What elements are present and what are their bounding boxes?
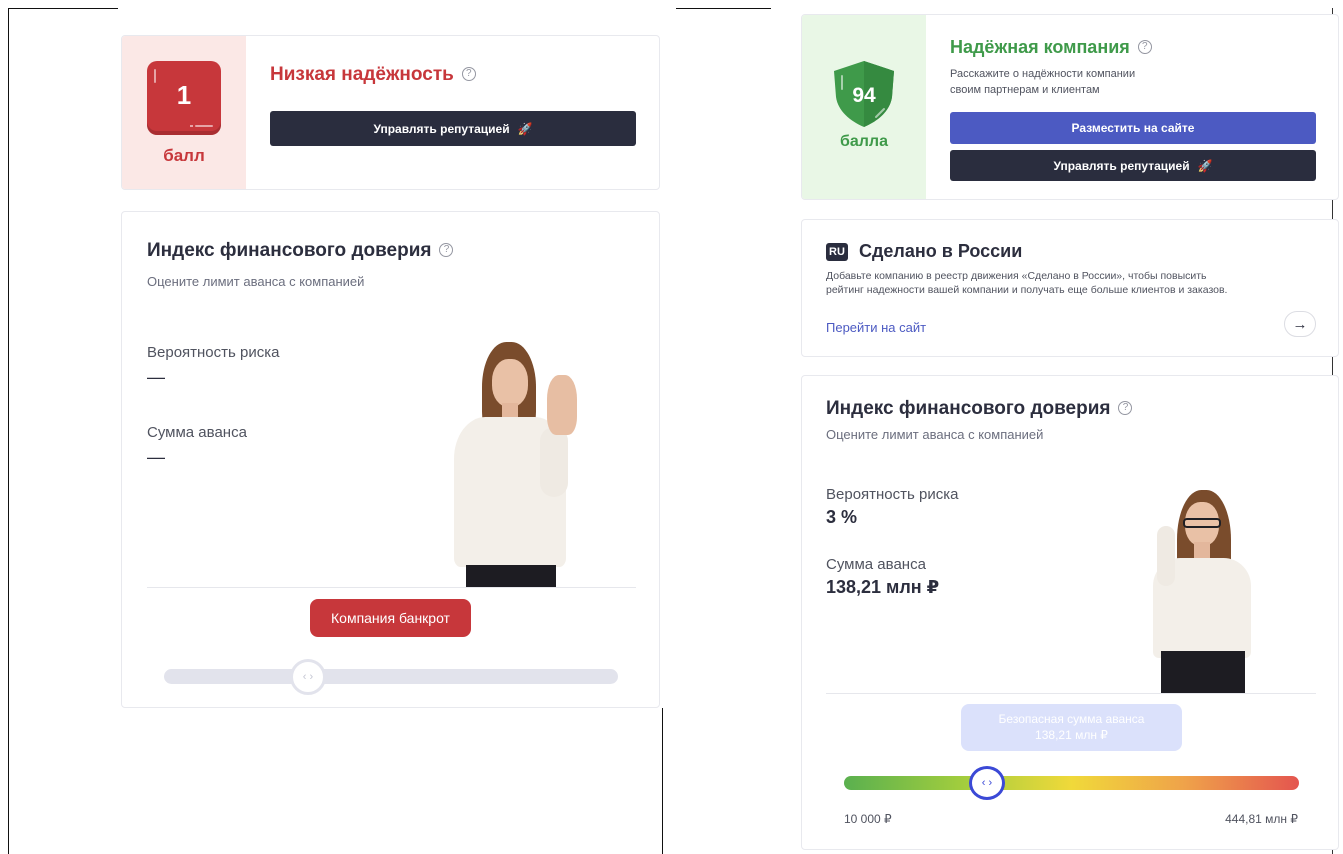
slider-handle-icon[interactable]: ‹ › — [290, 659, 326, 695]
risk-value: 3 % — [826, 507, 858, 527]
rating-status-title: Надёжная компания — [950, 37, 1130, 57]
manage-reputation-label: Управлять репутацией — [373, 121, 510, 136]
rocket-icon: 🚀 — [517, 121, 533, 136]
risk-value: — — [147, 367, 165, 387]
help-icon[interactable]: ? — [1118, 401, 1133, 415]
index-title-row: Индекс финансового доверия? — [147, 240, 454, 262]
arrow-right-icon[interactable]: → — [1284, 311, 1316, 337]
rating-description-line2: своим партнерам и клиентам — [950, 84, 1100, 96]
help-icon[interactable]: ? — [439, 243, 454, 257]
index-title: Индекс финансового доверия — [826, 398, 1111, 419]
advance-slider-track[interactable] — [164, 669, 618, 684]
made-in-russia-title: Сделано в России — [859, 241, 1023, 261]
frame-left-border — [8, 8, 9, 854]
manage-reputation-button[interactable]: Управлять репутацией 🚀 — [950, 150, 1316, 181]
advance-value: — — [147, 447, 165, 467]
rating-card-low: 1 балл Низкая надёжность? Управлять репу… — [121, 35, 660, 190]
made-in-russia-card: RU Сделано в России Добавьте компанию в … — [801, 219, 1339, 357]
place-on-site-button[interactable]: Разместить на сайте — [950, 112, 1316, 144]
woman-glasses-image — [1147, 486, 1262, 694]
rating-score: 94 — [852, 84, 876, 107]
made-in-russia-text-line2: рейтинг надежности вашей компании и полу… — [826, 284, 1228, 296]
rating-score: 1 — [176, 80, 192, 110]
index-subtitle: Оцените лимит аванса с компанией — [826, 427, 1044, 442]
manage-reputation-button[interactable]: Управлять репутацией 🚀 — [270, 111, 636, 146]
index-divider — [147, 587, 636, 588]
frame-top-border — [8, 8, 118, 9]
risk-label: Вероятность риска — [826, 486, 959, 503]
rating-description-line1: Расскажите о надёжности компании — [950, 68, 1136, 80]
advance-label: Сумма аванса — [147, 424, 247, 441]
advance-slider-track[interactable] — [844, 776, 1299, 790]
rating-status-row: Надёжная компания? — [950, 37, 1152, 58]
rating-badge-area: 1 балл — [122, 36, 246, 189]
rating-score-badge: 1 — [147, 61, 221, 135]
manage-reputation-label: Управлять репутацией — [1053, 158, 1190, 173]
rating-status-title: Низкая надёжность — [270, 64, 454, 85]
rating-score-unit: балл — [163, 146, 205, 165]
slider-max-label: 444,81 млн ₽ — [1225, 812, 1298, 826]
rating-status-row: Низкая надёжность? — [270, 64, 476, 86]
rating-score-unit: балла — [839, 133, 888, 150]
index-subtitle: Оцените лимит аванса с компанией — [147, 274, 365, 289]
safe-advance-label: Безопасная сумма аванса — [998, 712, 1145, 726]
help-icon[interactable]: ? — [461, 67, 476, 81]
safe-advance-tooltip: Безопасная сумма аванса 138,21 млн ₽ — [961, 704, 1182, 751]
slider-handle-icon[interactable]: ‹ › — [969, 766, 1005, 800]
rating-card-high: 94 балла Надёжная компания? Расскажите о… — [801, 14, 1339, 200]
woman-stop-gesture-image — [442, 337, 587, 587]
risk-label: Вероятность риска — [147, 344, 280, 361]
safe-advance-value: 138,21 млн ₽ — [1035, 728, 1108, 742]
help-icon[interactable]: ? — [1137, 40, 1152, 54]
financial-index-card: Индекс финансового доверия? Оцените лими… — [121, 211, 660, 708]
ru-badge-icon: RU — [826, 243, 848, 261]
index-title: Индекс финансового доверия — [147, 240, 432, 261]
advance-value: 138,21 млн ₽ — [826, 577, 940, 597]
financial-index-card: Индекс финансового доверия? Оцените лими… — [801, 375, 1339, 850]
index-divider — [826, 693, 1316, 694]
index-title-row: Индекс финансового доверия? — [826, 398, 1133, 420]
frame-divider — [662, 708, 663, 854]
go-to-site-link[interactable]: Перейти на сайт — [826, 320, 926, 335]
rating-badge-area: 94 балла — [802, 15, 926, 199]
bankrupt-status-pill: Компания банкрот — [310, 599, 471, 637]
frame-top-border-mid — [676, 8, 771, 9]
slider-min-label: 10 000 ₽ — [844, 812, 892, 826]
glasses-icon — [1183, 518, 1221, 528]
advance-label: Сумма аванса — [826, 556, 926, 573]
made-in-russia-text-line1: Добавьте компанию в реестр движения «Сде… — [826, 270, 1207, 282]
rocket-icon: 🚀 — [1197, 158, 1213, 173]
